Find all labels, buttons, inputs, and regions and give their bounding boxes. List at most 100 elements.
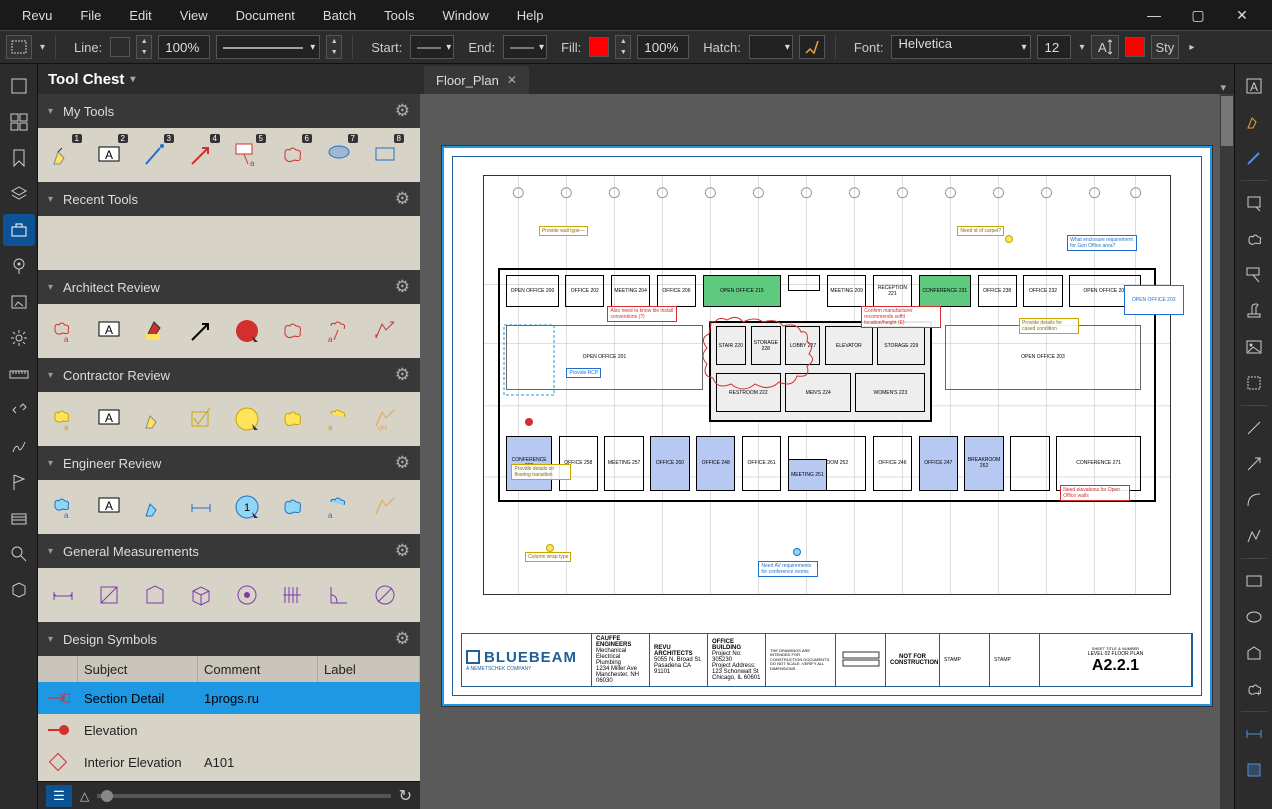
text-tool-icon[interactable]: A (1239, 71, 1269, 101)
annotation[interactable]: Provide RCP (566, 368, 601, 378)
tool-perimeter[interactable] (136, 576, 174, 614)
length-tool-icon[interactable] (1239, 719, 1269, 749)
tool-checkbox[interactable] (182, 400, 220, 438)
callout-open-office[interactable]: OPEN OFFICE 203 (1124, 285, 1184, 315)
crop-tool-icon[interactable] (1239, 368, 1269, 398)
section-contractor[interactable]: ▾Contractor Review⚙ (38, 358, 420, 392)
gear-icon[interactable]: ⚙ (395, 189, 410, 209)
annotation[interactable]: Need AV requirements for conference room… (758, 561, 818, 577)
rectangle-tool-icon[interactable] (1239, 566, 1269, 596)
style-button[interactable]: Sty (1151, 35, 1180, 59)
chevron-down-icon[interactable]: ▾ (40, 42, 45, 53)
section-design-symbols[interactable]: ▾Design Symbols⚙ (38, 622, 420, 656)
gear-icon[interactable]: ⚙ (395, 365, 410, 385)
tool-measure[interactable] (182, 488, 220, 526)
ruler-icon[interactable] (3, 358, 35, 390)
annotation[interactable]: Provide wall type— (539, 226, 588, 236)
more-icon[interactable]: ▸ (1189, 42, 1194, 53)
tool-circle-blue[interactable]: 1 (228, 488, 266, 526)
pen-tool-icon[interactable] (1239, 143, 1269, 173)
tool-cloud-blue[interactable]: a (44, 488, 82, 526)
tool-pen[interactable]: 3 (136, 136, 174, 174)
callout-tool-icon[interactable] (1239, 260, 1269, 290)
grid-icon[interactable] (3, 106, 35, 138)
tool-textbox[interactable]: A2 (90, 136, 128, 174)
annotation[interactable]: Provide details for cased condition (1019, 318, 1079, 334)
line-opacity-input[interactable] (158, 35, 210, 59)
fill-opacity-input[interactable] (637, 35, 689, 59)
font-family-select[interactable]: Helvetica▾ (891, 35, 1031, 59)
highlight-icon[interactable] (799, 35, 825, 59)
fill-opacity-stepper[interactable]: ▲▼ (615, 35, 631, 59)
menu-file[interactable]: File (66, 0, 115, 30)
menu-view[interactable]: View (166, 0, 222, 30)
section-my-tools[interactable]: ▾My Tools⚙ (38, 94, 420, 128)
annotation[interactable]: Provide details on flooring transition (511, 464, 571, 480)
menu-revu[interactable]: Revu (8, 0, 66, 30)
ds-row-interior[interactable]: Interior Elevation A101 (38, 746, 420, 778)
area-tool-icon[interactable] (1239, 755, 1269, 785)
gear-icon[interactable]: ⚙ (395, 541, 410, 561)
highlight-tool-icon[interactable] (1239, 107, 1269, 137)
zoom-slider[interactable] (97, 794, 390, 798)
section-measurements[interactable]: ▾General Measurements⚙ (38, 534, 420, 568)
arrow-tool-icon[interactable] (1239, 449, 1269, 479)
font-size-dropdown[interactable]: ▾ (1079, 42, 1084, 53)
menu-window[interactable]: Window (429, 0, 503, 30)
line-style-select[interactable]: ▾ (216, 35, 320, 59)
tool-textbox3[interactable]: A (90, 400, 128, 438)
bookmark-icon[interactable] (3, 142, 35, 174)
forms-icon[interactable] (3, 286, 35, 318)
annotation[interactable]: What enclosure requirement for Gen Offic… (1067, 235, 1137, 251)
tool-chest-icon[interactable] (3, 214, 35, 246)
tool-callout3[interactable]: a (320, 400, 358, 438)
tool-length[interactable] (44, 576, 82, 614)
links-icon[interactable] (3, 394, 35, 426)
cloud-tool-icon[interactable] (1239, 224, 1269, 254)
3d-icon[interactable] (3, 502, 35, 534)
line-tool-icon[interactable] (1239, 413, 1269, 443)
tool-cloud2[interactable] (274, 312, 312, 350)
start-arrow-select[interactable]: ▾ (410, 35, 454, 59)
tool-polyline[interactable] (366, 488, 404, 526)
tool-area[interactable] (90, 576, 128, 614)
close-tab-icon[interactable]: ✕ (507, 73, 517, 87)
studio-icon[interactable] (3, 574, 35, 606)
tool-textbox4[interactable]: A (90, 488, 128, 526)
tool-radius[interactable] (228, 576, 266, 614)
gear-icon[interactable]: ⚙ (395, 453, 410, 473)
gear-icon[interactable]: ⚙ (395, 101, 410, 121)
drawing-sheet[interactable]: OPEN OFFICE 200 OFFICE 202 MEETING 204 O… (442, 146, 1212, 706)
panel-title[interactable]: Tool Chest▾ (38, 64, 420, 94)
annotation[interactable]: Need id of carpet? (957, 226, 1004, 236)
tool-arrow2[interactable] (182, 312, 220, 350)
tool-volume[interactable] (182, 576, 220, 614)
tool-count[interactable] (274, 576, 312, 614)
col-comment[interactable]: Comment (198, 656, 318, 682)
text-color-swatch[interactable] (1125, 37, 1145, 57)
col-subject[interactable]: Subject (78, 656, 198, 682)
tool-circle-yellow[interactable] (228, 400, 266, 438)
ds-row-section-detail[interactable]: Section Detail 1progs.ru (38, 682, 420, 714)
col-label[interactable]: Label (318, 656, 420, 682)
line-weight-stepper[interactable]: ▲▼ (136, 35, 152, 59)
menu-batch[interactable]: Batch (309, 0, 370, 30)
tool-cloud-yellow[interactable]: a (44, 400, 82, 438)
tool-arrow[interactable]: 4 (182, 136, 220, 174)
cloud-plus-tool-icon[interactable]: + (1239, 674, 1269, 704)
note-tool-icon[interactable] (1239, 188, 1269, 218)
annotation[interactable]: Column wrap type (525, 552, 571, 562)
tab-floor-plan[interactable]: Floor_Plan ✕ (424, 66, 529, 94)
tool-cloud4[interactable] (274, 488, 312, 526)
search-icon[interactable] (3, 538, 35, 570)
tool-rect[interactable]: 8 (366, 136, 404, 174)
ds-row-elevation[interactable]: Elevation (38, 714, 420, 746)
annotation[interactable]: Also need to know tile install conventio… (607, 306, 677, 322)
flag-icon[interactable] (3, 466, 35, 498)
hatch-select[interactable]: ▾ (749, 35, 793, 59)
ellipse-tool-icon[interactable] (1239, 602, 1269, 632)
fill-color-swatch[interactable] (589, 37, 609, 57)
auto-text-size-icon[interactable]: A (1091, 35, 1119, 59)
font-size-input[interactable] (1037, 35, 1071, 59)
vertical-scrollbar[interactable] (1220, 94, 1234, 809)
